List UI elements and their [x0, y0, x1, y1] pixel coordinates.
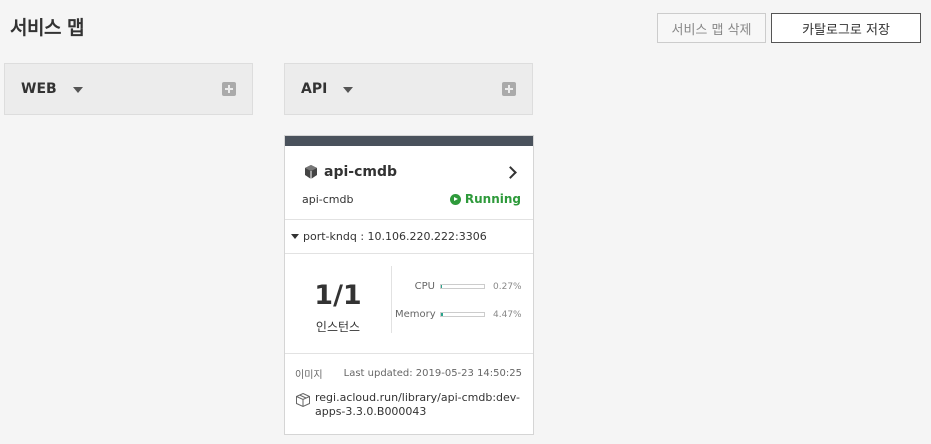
card-title: api-cmdb	[324, 164, 398, 180]
package-icon	[296, 392, 310, 408]
memory-value: 4.47%	[493, 309, 522, 320]
instance-count: 1/1	[314, 280, 362, 311]
memory-metric: Memory 4.47%	[395, 309, 531, 320]
caret-down-icon[interactable]	[72, 86, 83, 93]
card-header-bar	[285, 136, 533, 146]
status-text: Running	[464, 192, 521, 206]
play-icon	[449, 193, 461, 205]
chevron-right-icon[interactable]	[504, 165, 517, 179]
cube-icon	[305, 165, 317, 179]
image-path: regi.acloud.run/library/api-cmdb:dev-app…	[315, 391, 520, 418]
cpu-metric: CPU 0.27%	[395, 281, 531, 292]
memory-bar	[440, 312, 485, 317]
save-to-catalog-button[interactable]: 카탈로그로 저장	[771, 13, 921, 43]
port-toggle[interactable]: port-kndq : 10.106.220.222:3306	[285, 220, 533, 253]
divider	[285, 353, 533, 354]
divider	[391, 266, 392, 333]
card-subtitle: api-cmdb	[302, 192, 354, 206]
column-title: API	[301, 81, 328, 97]
column-web: WEB	[4, 63, 253, 115]
instance-label: 인스턴스	[315, 320, 361, 334]
memory-label: Memory	[395, 309, 436, 320]
caret-down-icon	[291, 234, 299, 239]
caret-down-icon[interactable]	[343, 86, 354, 93]
add-icon[interactable]	[502, 82, 516, 96]
image-label: 이미지	[295, 370, 323, 381]
column-api: API	[284, 63, 533, 115]
service-card[interactable]: api-cmdb api-cmdb Running port-kndq : 10…	[284, 135, 534, 435]
column-title: WEB	[21, 81, 57, 97]
memory-bar-fill	[441, 313, 443, 316]
cpu-label: CPU	[414, 281, 435, 292]
image-section: 이미지 Last updated: 2019-05-23 14:50:25 re…	[285, 366, 533, 419]
last-updated: Last updated: 2019-05-23 14:50:25	[343, 368, 522, 379]
page-title: 서비스 맵	[10, 17, 85, 39]
port-text: port-kndq : 10.106.220.222:3306	[303, 230, 487, 243]
metrics-panel: 1/1 인스턴스 CPU 0.27% Memory 4.47%	[285, 254, 533, 353]
cpu-bar	[440, 284, 485, 289]
cpu-value: 0.27%	[493, 281, 522, 292]
delete-service-map-button[interactable]: 서비스 맵 삭제	[657, 13, 766, 43]
status-badge: Running	[449, 192, 521, 206]
add-icon[interactable]	[222, 82, 236, 96]
